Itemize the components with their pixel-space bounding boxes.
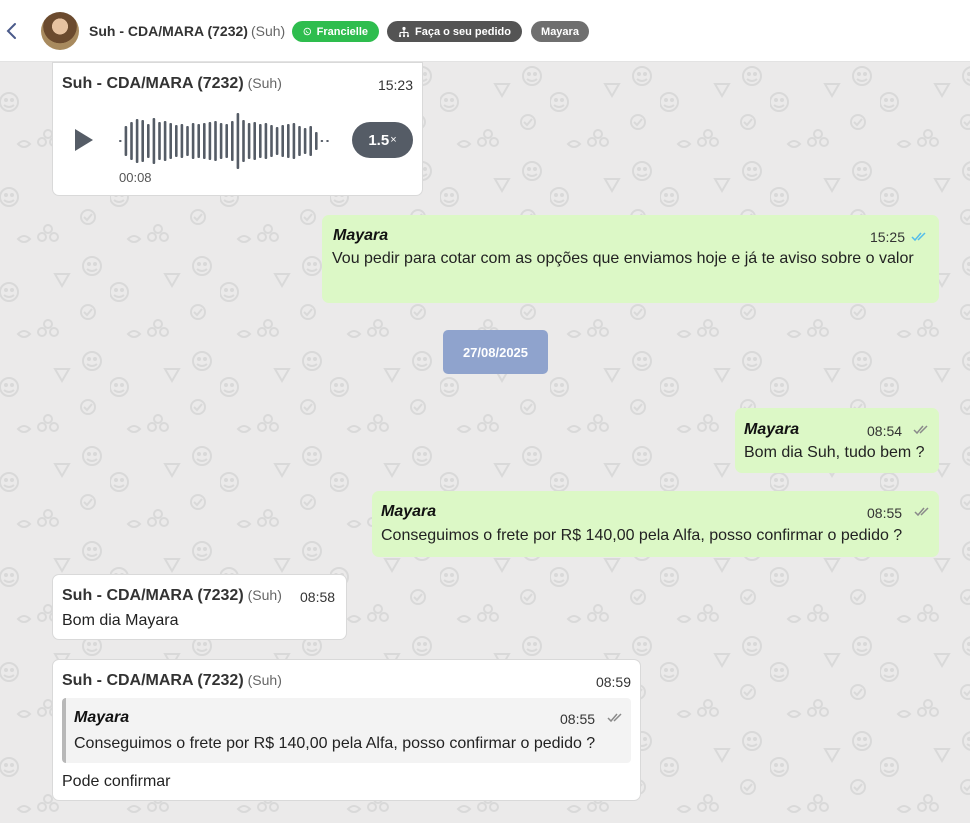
order-tag-label: Faça o seu pedido bbox=[415, 25, 511, 38]
waveform-bar bbox=[281, 125, 284, 157]
sender-nick: (Suh) bbox=[247, 75, 282, 91]
user-tag-label: Mayara bbox=[541, 25, 579, 38]
org-chart-icon bbox=[398, 26, 410, 37]
message-time: 08:58 bbox=[300, 589, 336, 605]
waveform-bar bbox=[315, 132, 318, 150]
waveform-bar bbox=[158, 122, 161, 160]
waveform-bar bbox=[231, 121, 234, 161]
waveform-bar bbox=[242, 120, 245, 162]
waveform-bar bbox=[152, 118, 156, 164]
contact-name-text: Suh - CDA/MARA (7232) bbox=[89, 23, 248, 39]
playback-speed-button[interactable]: 1.5 × bbox=[352, 122, 413, 158]
incoming-reply-message[interactable]: Suh - CDA/MARA (7232) (Suh) 08:59 Mayara … bbox=[52, 659, 641, 801]
message-text: Bom dia Mayara bbox=[62, 612, 179, 629]
contact-nick: (Suh) bbox=[250, 23, 286, 39]
message-time: 08:54 bbox=[867, 423, 903, 439]
waveform-bar bbox=[186, 126, 189, 156]
waveform-bar bbox=[320, 140, 324, 142]
waveform-bar bbox=[225, 124, 228, 158]
message-time: 15:23 bbox=[377, 77, 413, 93]
delivered-ticks-icon bbox=[914, 507, 929, 517]
waveform-bar bbox=[275, 127, 279, 155]
message-sender: Mayara bbox=[381, 503, 437, 520]
waveform-bar bbox=[270, 125, 273, 157]
message-time: 08:59 bbox=[595, 674, 631, 690]
waveform-bar bbox=[130, 122, 133, 160]
message-text: Pode confirmar bbox=[62, 773, 171, 790]
waveform-bar bbox=[253, 122, 256, 160]
audio-message[interactable]: Suh - CDA/MARA (7232) (Suh) 15:23 00:08 1… bbox=[52, 62, 423, 196]
sender-name: Suh - CDA/MARA (7232) bbox=[62, 75, 244, 92]
whatsapp-tag-label: Francielle bbox=[316, 25, 368, 38]
quoted-message[interactable]: Mayara 08:55 Conseguimos o frete por R$ … bbox=[62, 698, 631, 763]
waveform-bar bbox=[214, 121, 217, 161]
speed-suffix: × bbox=[390, 134, 397, 146]
waveform-bar bbox=[147, 124, 150, 158]
back-button[interactable] bbox=[4, 20, 20, 42]
whatsapp-icon bbox=[303, 27, 312, 36]
waveform-bar bbox=[303, 128, 307, 154]
message-sender: Mayara bbox=[333, 227, 389, 244]
quoted-text: Conseguimos o frete por R$ 140,00 pela A… bbox=[74, 735, 596, 752]
waveform-bar bbox=[326, 140, 329, 142]
waveform-bar bbox=[292, 123, 296, 159]
waveform-bar bbox=[169, 123, 172, 159]
message-text: Bom dia Suh, tudo bem ? bbox=[744, 444, 925, 461]
waveform-bar bbox=[135, 119, 139, 163]
user-tag[interactable]: Mayara bbox=[531, 21, 589, 42]
chat-area[interactable]: Suh - CDA/MARA (7232) (Suh) 15:23 00:08 1… bbox=[0, 62, 970, 823]
play-button[interactable] bbox=[73, 127, 95, 153]
sender-nick: (Suh) bbox=[247, 672, 282, 688]
quoted-time: 08:55 bbox=[560, 711, 596, 727]
waveform-bar bbox=[191, 123, 195, 159]
audio-waveform[interactable] bbox=[117, 111, 337, 171]
quoted-sender: Mayara bbox=[74, 709, 130, 726]
order-tag[interactable]: Faça o seu pedido bbox=[387, 21, 522, 42]
waveform-bar bbox=[119, 140, 122, 142]
outgoing-message[interactable]: Mayara 08:54 Bom dia Suh, tudo bem ? bbox=[735, 408, 939, 473]
play-icon bbox=[75, 129, 93, 151]
sender-nick: (Suh) bbox=[247, 587, 282, 603]
sender-name: Suh - CDA/MARA (7232) bbox=[62, 587, 244, 604]
message-time: 15:25 bbox=[869, 229, 905, 245]
waveform-bar bbox=[175, 125, 178, 157]
avatar[interactable] bbox=[41, 12, 79, 50]
message-time: 08:55 bbox=[867, 505, 903, 521]
waveform-bar bbox=[219, 123, 223, 159]
waveform-bar bbox=[180, 124, 184, 158]
waveform-bar bbox=[247, 123, 251, 159]
waveform-bar bbox=[197, 124, 200, 158]
delivered-ticks-icon bbox=[607, 713, 622, 723]
delivered-ticks-icon bbox=[913, 425, 928, 435]
outgoing-message[interactable]: Mayara 15:25 Vou pedir para cotar com as… bbox=[322, 215, 939, 303]
sender-name: Suh - CDA/MARA (7232) bbox=[62, 672, 244, 689]
incoming-message[interactable]: Suh - CDA/MARA (7232) (Suh) 08:58 Bom dia… bbox=[52, 574, 347, 640]
waveform-bar bbox=[287, 124, 290, 158]
waveform-bar bbox=[264, 123, 268, 159]
message-text: Conseguimos o frete por R$ 140,00 pela A… bbox=[381, 527, 903, 544]
date-separator: 27/08/2025 bbox=[443, 330, 548, 374]
waveform-bar bbox=[298, 126, 301, 156]
waveform-bar bbox=[141, 120, 144, 162]
read-ticks-icon bbox=[911, 232, 926, 242]
waveform-bar bbox=[203, 123, 206, 159]
message-text: Vou pedir para cotar com as opções que e… bbox=[332, 250, 914, 267]
contact-name[interactable]: Suh - CDA/MARA (7232) (Suh) bbox=[89, 23, 285, 39]
waveform-bar bbox=[208, 122, 212, 160]
whatsapp-channel-tag[interactable]: Francielle bbox=[292, 21, 379, 42]
speed-value: 1.5 bbox=[368, 131, 390, 149]
waveform-bar bbox=[163, 121, 167, 161]
message-sender: Suh - CDA/MARA (7232) (Suh) bbox=[62, 75, 282, 93]
waveform-bar bbox=[124, 126, 128, 156]
message-sender: Mayara bbox=[744, 421, 800, 438]
message-sender: Suh - CDA/MARA (7232) (Suh) bbox=[62, 587, 282, 605]
message-sender: Suh - CDA/MARA (7232) (Suh) bbox=[62, 672, 282, 690]
audio-duration: 00:08 bbox=[119, 170, 152, 185]
chat-header: Suh - CDA/MARA (7232) (Suh) Francielle Fa… bbox=[0, 0, 970, 62]
waveform-bar bbox=[309, 126, 312, 156]
waveform-bar bbox=[259, 124, 262, 158]
waveform-bar bbox=[236, 113, 240, 169]
outgoing-message[interactable]: Mayara 08:55 Conseguimos o frete por R$ … bbox=[372, 491, 939, 557]
chevron-left-icon bbox=[6, 23, 16, 39]
